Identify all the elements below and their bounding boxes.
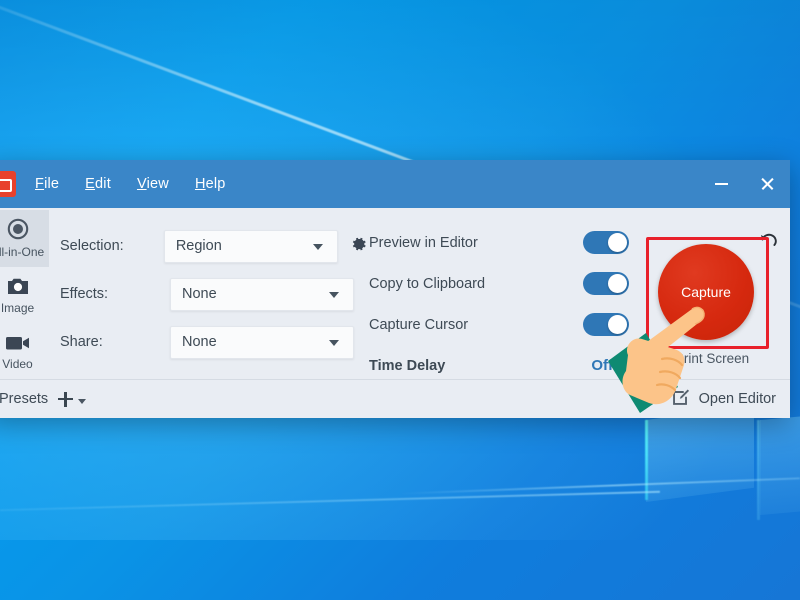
gear-icon: [350, 235, 368, 258]
menu-item-view[interactable]: View: [136, 174, 170, 194]
capture-cursor-toggle[interactable]: [583, 313, 629, 336]
toggle-knob: [608, 274, 627, 293]
menu-view-accel: V: [137, 176, 147, 192]
chevron-down-icon[interactable]: [78, 399, 86, 404]
selection-dropdown[interactable]: Region: [164, 230, 338, 263]
capture-button-label: Capture: [681, 284, 731, 300]
open-editor-button[interactable]: Open Editor: [671, 388, 776, 411]
toggles-column: Preview in Editor Copy to Clipboard Capt…: [369, 222, 629, 379]
chevron-down-icon: [329, 292, 339, 298]
menu-view-rest: iew: [147, 176, 169, 192]
time-delay-value: Off: [591, 357, 613, 374]
chevron-down-icon: [329, 340, 339, 346]
open-editor-label: Open Editor: [699, 391, 776, 407]
preview-in-editor-row: Preview in Editor: [369, 222, 629, 263]
menu-item-file[interactable]: File: [34, 174, 60, 194]
menu-help-accel: H: [195, 176, 206, 192]
wallpaper-beam-edge: [645, 420, 648, 500]
selection-row: Selection: Region: [60, 222, 369, 270]
effects-value: None: [182, 286, 217, 302]
time-delay-label: Time Delay: [369, 358, 591, 374]
sidebar-item-all-in-one[interactable]: All-in-One: [0, 210, 49, 267]
effects-row: Effects: None: [60, 270, 369, 318]
copy-to-clipboard-label: Copy to Clipboard: [369, 276, 583, 292]
sidebar-item-video[interactable]: Video: [0, 324, 49, 381]
wallpaper-light-pane-left: [646, 406, 754, 502]
close-button[interactable]: [744, 160, 790, 208]
selection-label: Selection:: [60, 238, 164, 254]
menu-edit-rest: dit: [95, 176, 111, 192]
video-camera-icon: [5, 334, 31, 355]
window-controls: [698, 160, 790, 208]
copy-to-clipboard-toggle[interactable]: [583, 272, 629, 295]
effects-dropdown[interactable]: None: [170, 278, 354, 311]
selection-settings-button[interactable]: [348, 235, 369, 257]
share-label: Share:: [60, 334, 170, 350]
menu-edit-accel: E: [85, 176, 95, 192]
controls-area: Selection: Region: [49, 208, 790, 379]
toggle-knob: [608, 315, 627, 334]
toggle-knob: [608, 233, 627, 252]
share-dropdown[interactable]: None: [170, 326, 354, 359]
camera-icon: [6, 276, 30, 299]
capture-area: Capture Print Screen: [629, 222, 790, 379]
reset-undo-icon[interactable]: [758, 230, 780, 252]
menu-file-rest: ile: [44, 176, 59, 192]
menu-item-help[interactable]: Help: [194, 174, 227, 194]
sidebar-label-video: Video: [2, 357, 32, 371]
preview-in-editor-label: Preview in Editor: [369, 235, 583, 251]
selection-value: Region: [176, 238, 222, 254]
effects-label: Effects:: [60, 286, 170, 302]
capture-hotkey-label: Print Screen: [647, 351, 777, 366]
plus-icon[interactable]: [58, 392, 72, 406]
chevron-down-icon: [313, 244, 323, 250]
sidebar: All-in-One Image Video: [0, 208, 49, 379]
close-icon: [760, 177, 774, 191]
presets-label: Presets: [0, 391, 48, 407]
settings-fields-column: Selection: Region: [49, 222, 369, 379]
time-delay-value-group[interactable]: Off: [591, 357, 629, 374]
sidebar-item-image[interactable]: Image: [0, 267, 49, 324]
screenshot-app-window: File Edit View Help: [0, 160, 790, 418]
bottom-bar: Presets Open Editor: [0, 379, 790, 418]
share-value: None: [182, 334, 217, 350]
capture-cursor-label: Capture Cursor: [369, 317, 583, 333]
menu-bar: File Edit View Help: [34, 174, 227, 194]
capture-cursor-row: Capture Cursor: [369, 304, 629, 345]
menu-item-edit[interactable]: Edit: [84, 174, 112, 194]
preview-in-editor-toggle[interactable]: [583, 231, 629, 254]
minimize-icon: [715, 183, 728, 185]
wallpaper-light-pane-right: [760, 415, 800, 515]
menu-help-rest: elp: [206, 176, 226, 192]
copy-to-clipboard-row: Copy to Clipboard: [369, 263, 629, 304]
chevron-right-icon: [622, 361, 629, 371]
sidebar-label-image: Image: [1, 301, 34, 315]
all-in-one-icon: [7, 218, 29, 243]
title-bar[interactable]: File Edit View Help: [0, 160, 790, 208]
edit-pencil-icon: [671, 388, 690, 411]
window-body: All-in-One Image Video: [0, 208, 790, 379]
app-icon: [0, 171, 16, 197]
wallpaper-beam-edge-secondary: [757, 420, 760, 520]
wallpaper-top-shade: [0, 0, 800, 160]
minimize-button[interactable]: [698, 160, 744, 208]
presets-group[interactable]: Presets: [0, 391, 86, 407]
menu-file-accel: F: [35, 176, 44, 192]
share-row: Share: None: [60, 318, 369, 366]
sidebar-label-all-in-one: All-in-One: [0, 245, 44, 259]
capture-button[interactable]: Capture: [658, 244, 754, 340]
